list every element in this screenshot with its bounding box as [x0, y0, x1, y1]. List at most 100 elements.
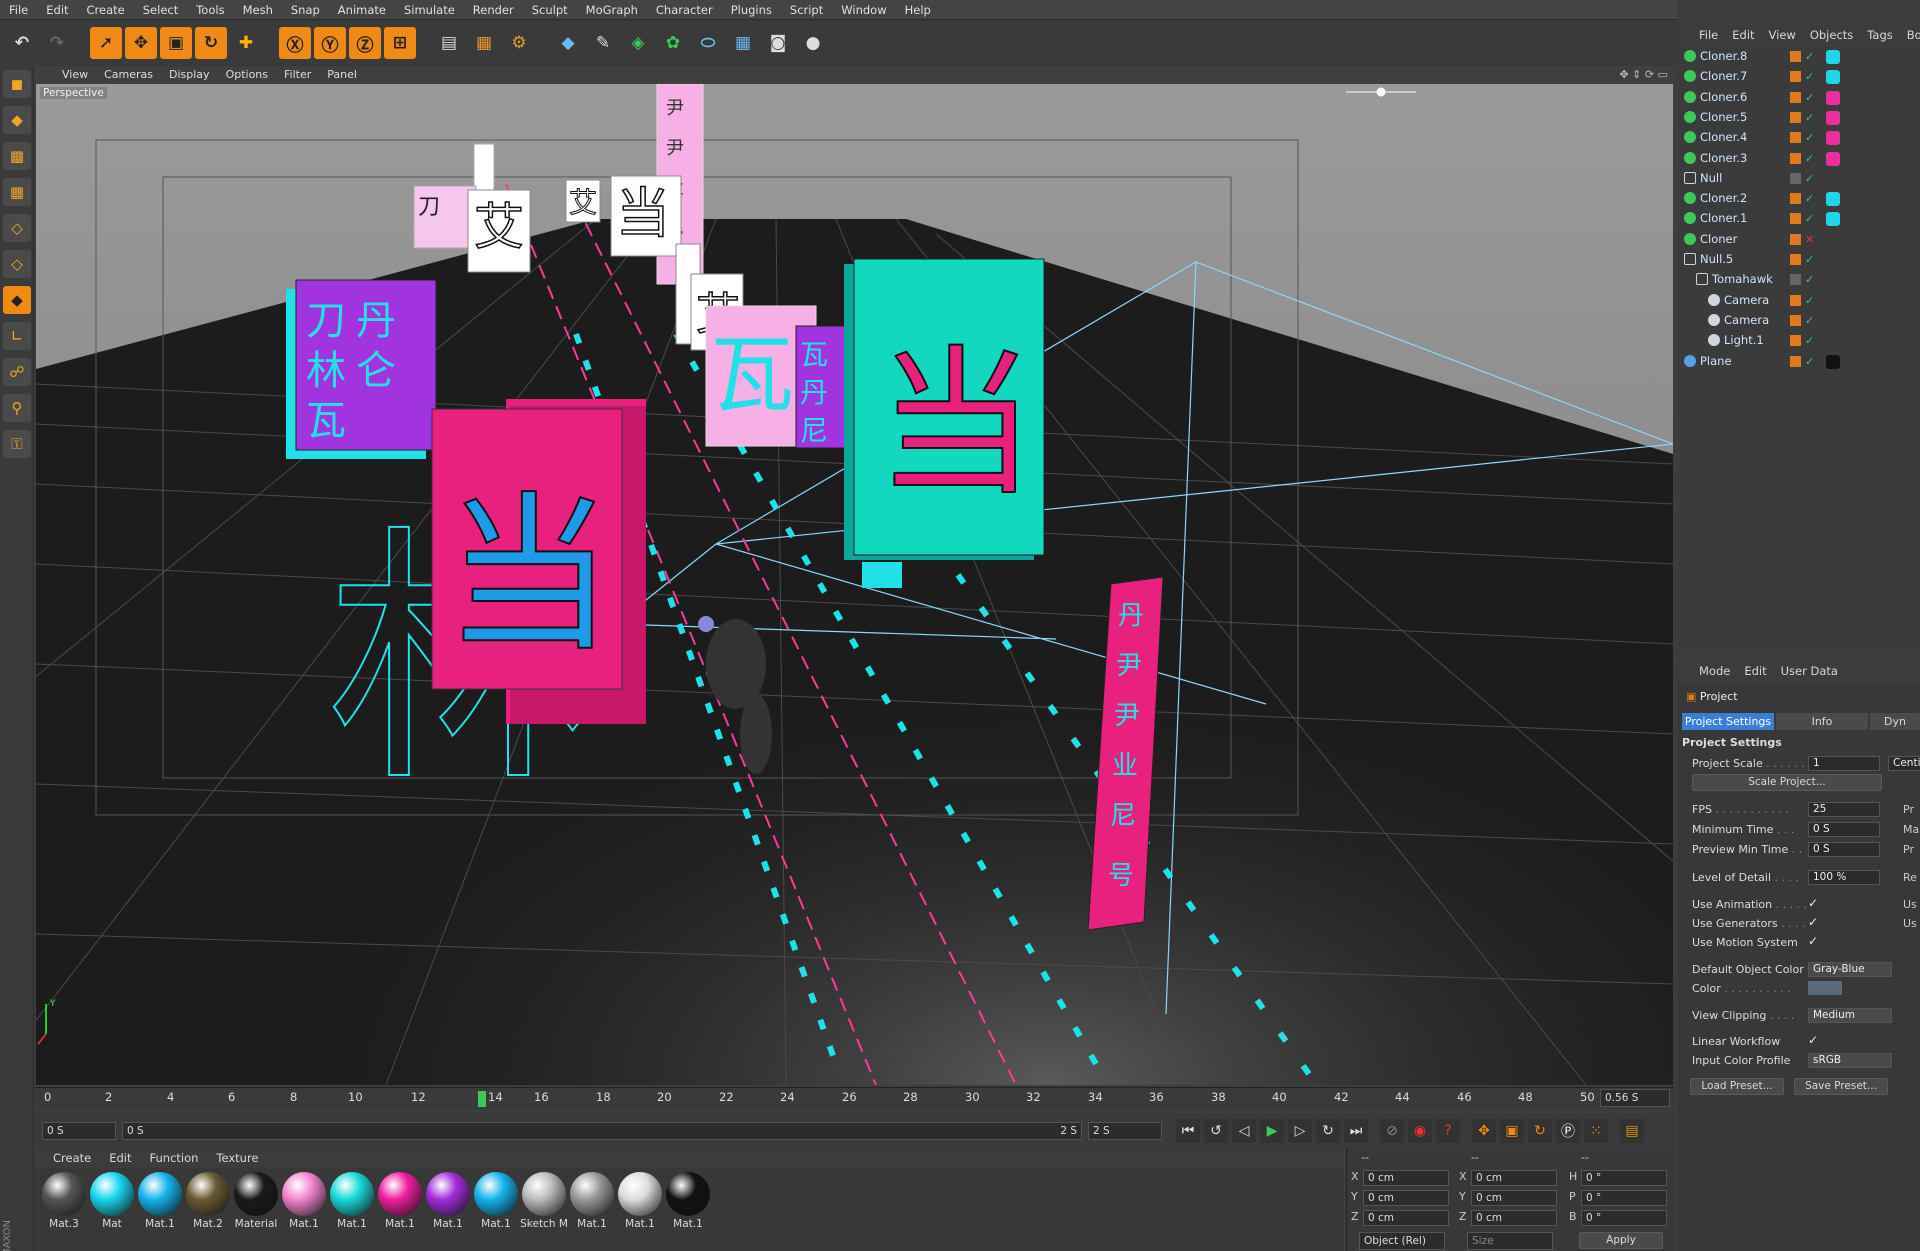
object-row[interactable]: Cloner.3 ✓ [1678, 149, 1920, 168]
project-scale-unit-dropdown[interactable]: Centi [1888, 756, 1920, 771]
mograph-cloner-icon[interactable]: ✿ [657, 27, 689, 59]
timeline-menu-icon[interactable]: ▤ [1620, 1119, 1644, 1143]
layer-color-swatch[interactable] [1790, 254, 1801, 265]
preview-min-time-field[interactable]: 0 S [1808, 842, 1880, 857]
menu-help[interactable]: Help [896, 0, 940, 20]
load-preset-button[interactable]: Load Preset... [1690, 1078, 1784, 1095]
viewport-nav-icons[interactable]: ✥ ⇕ ⟳ ▭ [1611, 66, 1674, 84]
start-time-field[interactable]: 0 S [42, 1122, 116, 1140]
object-row[interactable]: Cloner.8 ✓ [1678, 47, 1920, 66]
material-swatch[interactable]: Mat.1 [328, 1172, 376, 1230]
layer-color-swatch[interactable] [1790, 193, 1801, 205]
points-mode-icon[interactable]: ◇ [3, 214, 31, 242]
add-tool-icon[interactable]: ✚ [230, 27, 262, 59]
coord-value-field[interactable]: 0 ° [1581, 1210, 1667, 1226]
material-swatch[interactable]: Mat.1 [280, 1172, 328, 1230]
current-time-field[interactable]: 0.56 S [1600, 1089, 1670, 1107]
play-icon[interactable]: ▶ [1260, 1119, 1284, 1143]
enabled-check-icon[interactable]: ✓ [1805, 128, 1814, 147]
undo-icon[interactable]: ↶ [6, 27, 38, 59]
tab-dynamics[interactable]: Dyn [1870, 713, 1920, 730]
axis-mode-icon[interactable]: ∟ [3, 322, 31, 350]
menu-animate[interactable]: Animate [329, 0, 395, 20]
layer-color-swatch[interactable] [1790, 91, 1801, 103]
menu-snap[interactable]: Snap [282, 0, 329, 20]
objects-menu-edit[interactable]: Edit [1725, 25, 1761, 45]
move-tool-icon[interactable]: ✥ [125, 27, 157, 59]
enabled-check-icon[interactable]: ✓ [1805, 149, 1814, 168]
tweak-mode-icon[interactable]: ☍ [3, 358, 31, 386]
menu-render[interactable]: Render [464, 0, 523, 20]
object-row[interactable]: Tomahawk ✓ [1678, 270, 1920, 289]
material-menu-function[interactable]: Function [141, 1148, 208, 1168]
snap-icon[interactable]: ⚲ [3, 394, 31, 422]
scale-tool-icon[interactable]: ▣ [160, 27, 192, 59]
viewport-menu-options[interactable]: Options [218, 66, 276, 84]
y-axis-icon[interactable]: Ⓨ [314, 27, 346, 59]
scale-project-button[interactable]: Scale Project... [1692, 774, 1882, 791]
layer-color-swatch[interactable] [1790, 172, 1801, 184]
viewport-menu-view[interactable]: View [54, 66, 96, 84]
project-scale-field[interactable]: 1 [1808, 756, 1880, 771]
end-time-field[interactable]: 2 S [1088, 1122, 1162, 1140]
object-row[interactable]: Cloner.4 ✓ [1678, 128, 1920, 147]
enabled-check-icon[interactable]: ✓ [1805, 169, 1814, 188]
material-menu-create[interactable]: Create [44, 1148, 100, 1168]
min-time-field[interactable]: 0 S [1808, 822, 1880, 837]
key-pla-icon[interactable]: ⁙ [1584, 1119, 1608, 1143]
menu-file[interactable]: File [0, 0, 37, 20]
material-tag-icon[interactable] [1826, 131, 1840, 146]
record-keys-icon[interactable]: ⊘ [1380, 1119, 1404, 1143]
objects-menu-file[interactable]: File [1692, 25, 1725, 45]
use-generators-checkbox[interactable]: ✓ [1808, 915, 1818, 929]
material-tag-icon[interactable] [1826, 50, 1840, 64]
playhead-marker[interactable] [478, 1091, 486, 1107]
use-animation-checkbox[interactable]: ✓ [1808, 896, 1818, 910]
coord-value-field[interactable]: 0 ° [1581, 1190, 1667, 1206]
enabled-check-icon[interactable]: ✓ [1805, 67, 1814, 86]
object-row[interactable]: Cloner.7 ✓ [1678, 67, 1920, 86]
layer-color-swatch[interactable] [1790, 111, 1801, 123]
render-picture-viewer-icon[interactable]: ▦ [468, 27, 500, 59]
layer-color-swatch[interactable] [1790, 51, 1801, 62]
key-rotation-icon[interactable]: ↻ [1528, 1119, 1552, 1143]
perspective-viewport[interactable]: 尹 尹 业 尼 刀 艾 艾 当 艾 刀 丹 林 仑 瓦 [36, 84, 1673, 1085]
layer-color-swatch[interactable] [1790, 132, 1801, 144]
tab-project-settings[interactable]: Project Settings [1682, 713, 1774, 730]
light-icon[interactable]: ● [797, 27, 829, 59]
material-tag-icon[interactable] [1826, 151, 1840, 166]
material-swatch[interactable]: Mat.3 [40, 1172, 88, 1230]
menu-create[interactable]: Create [78, 0, 134, 20]
coord-value-field[interactable]: 0 cm [1363, 1210, 1449, 1226]
go-to-end-icon[interactable]: ⏭ [1344, 1119, 1368, 1143]
x-axis-icon[interactable]: Ⓧ [279, 27, 311, 59]
rotate-tool-icon[interactable]: ↻ [195, 27, 227, 59]
polygons-mode-icon[interactable]: ◆ [3, 286, 31, 314]
layer-color-swatch[interactable] [1790, 355, 1801, 367]
layer-color-swatch[interactable] [1790, 335, 1801, 347]
menu-mesh[interactable]: Mesh [234, 0, 282, 20]
key-position-icon[interactable]: ✥ [1472, 1119, 1496, 1143]
menu-tools[interactable]: Tools [187, 0, 233, 20]
material-tag-icon[interactable] [1826, 110, 1840, 125]
color-swatch[interactable] [1808, 981, 1842, 995]
layer-color-swatch[interactable] [1790, 152, 1801, 164]
material-swatch[interactable]: Mat.1 [376, 1172, 424, 1230]
material-tag-icon[interactable] [1826, 90, 1840, 105]
object-row[interactable]: Light.1 ✓ [1678, 331, 1920, 350]
viewport-menu-display[interactable]: Display [161, 66, 218, 84]
enabled-check-icon[interactable]: ✓ [1805, 189, 1814, 208]
material-swatch[interactable]: Mat [88, 1172, 136, 1230]
object-row[interactable]: Cloner.5 ✓ [1678, 108, 1920, 127]
material-menu-texture[interactable]: Texture [207, 1148, 267, 1168]
layer-color-swatch[interactable] [1790, 213, 1801, 225]
enabled-check-icon[interactable]: ✓ [1805, 209, 1814, 228]
input-color-profile-dropdown[interactable]: sRGB [1808, 1053, 1892, 1068]
prev-frame-icon[interactable]: ◁ [1232, 1119, 1256, 1143]
coord-value-field[interactable]: 0 cm [1363, 1190, 1449, 1206]
subdivision-icon[interactable]: ◈ [622, 27, 654, 59]
menu-script[interactable]: Script [781, 0, 832, 20]
linear-workflow-checkbox[interactable]: ✓ [1808, 1033, 1818, 1047]
coordinate-mode-dropdown[interactable]: Object (Rel) [1359, 1232, 1445, 1250]
enabled-check-icon[interactable]: ✓ [1805, 250, 1814, 269]
